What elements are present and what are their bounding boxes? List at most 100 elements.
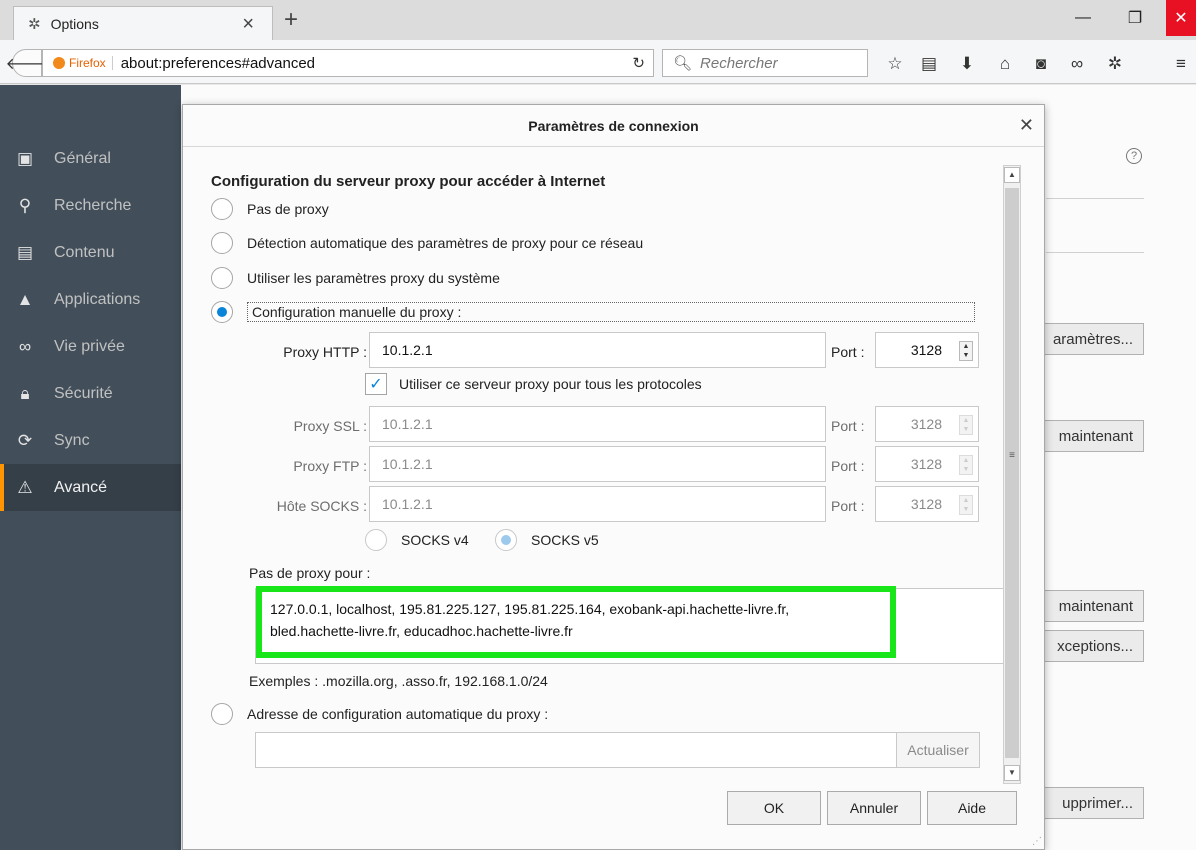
sidebar-item-security[interactable]: 🔒︎ Sécurité [0,370,181,417]
help-icon[interactable]: ? [1126,148,1142,164]
cancel-button[interactable]: Annuler [827,791,921,825]
socks-port-value[interactable]: 3128 [911,496,942,512]
scrollbar-thumb[interactable]: ≡ [1005,188,1019,758]
socks-host-input[interactable]: 10.1.2.1 [369,486,826,522]
back-button[interactable]: 🡐 [6,49,48,77]
restore-button[interactable]: ❐ [1112,0,1158,36]
firefox-icon [53,57,65,69]
share-proxy-checkbox[interactable]: ✓ [365,373,387,395]
radio-system-proxy[interactable]: Utiliser les paramètres proxy du système [211,267,500,289]
share-proxy-checkbox-row[interactable]: ✓ Utiliser ce serveur proxy pour tous le… [365,373,702,395]
radio-button[interactable] [495,529,517,551]
sidebar-item-advanced[interactable]: ⚠ Avancé [0,464,181,511]
connection-settings-button[interactable]: aramètres... [1036,323,1144,355]
home-icon[interactable]: ⌂ [994,54,1016,74]
minimize-button[interactable]: — [1060,0,1106,36]
sidebar-item-general[interactable]: ▣ Général [0,135,181,182]
port-spinner[interactable]: ▲ ▼ [959,455,973,475]
sidebar-item-label: Applications [54,290,141,308]
preferences-sidebar: ▣ Général ⚲ Recherche ▤ Contenu ▲ Applicatio… [0,85,181,850]
identity-label[interactable]: Firefox [69,56,113,70]
http-port-input[interactable]: 3128 ▲ ▼ [875,332,979,368]
radio-label: SOCKS v5 [531,532,599,548]
port-spinner[interactable]: ▲ ▼ [959,341,973,361]
tab-options[interactable]: ✲ Options × [13,6,273,40]
radio-auto-config-url[interactable]: Adresse de configuration automatique du … [211,703,548,725]
menu-icon[interactable]: ≡ [1170,54,1192,74]
bookmarks-list-icon[interactable]: ▤ [918,54,940,74]
http-proxy-host-input[interactable]: 10.1.2.1 [369,332,826,368]
download-icon[interactable]: ⬇ [956,54,978,74]
ssl-port-value[interactable]: 3128 [911,416,942,432]
grip-icon: ≡ [1009,450,1015,461]
tab-close-icon[interactable]: × [242,13,254,36]
dialog-scrollbar[interactable]: ▲ ≡ ▼ [1003,165,1021,784]
sidebar-item-label: Sync [54,431,90,449]
radio-socks-v5[interactable]: SOCKS v5 [495,529,599,551]
socks-host-label: Hôte SOCKS : [276,498,367,514]
radio-label: Utiliser les paramètres proxy du système [247,270,500,286]
share-proxy-label: Utiliser ce serveur proxy pour tous les … [399,376,702,392]
sidebar-item-sync[interactable]: ⟳ Sync [0,417,181,464]
general-icon: ▣ [16,148,34,168]
radio-button[interactable] [211,301,233,323]
no-proxy-for-highlight[interactable]: 127.0.0.1, localhost, 195.81.225.127, 19… [256,586,896,658]
radio-socks-v4[interactable]: SOCKS v4 [365,529,469,551]
tab-title: Options [50,15,99,32]
socks-port-label: Port : [831,498,865,514]
privacy-mask-icon: ∞ [18,336,32,356]
search-placeholder: Rechercher [700,54,778,72]
sidebar-item-applications[interactable]: ▲ Applications [0,276,181,323]
clear-offline-now-button[interactable]: maintenant [1036,590,1144,622]
dialog-titlebar: Paramètres de connexion ✕ [183,105,1044,147]
url-bar[interactable]: Firefox about:preferences#advanced ↻ [42,49,654,77]
radio-manual-proxy[interactable]: Configuration manuelle du proxy : [211,301,975,323]
private-mask-icon[interactable]: ∞ [1066,54,1088,74]
bookmark-star-icon[interactable]: ☆ [884,54,906,74]
close-window-button[interactable]: ✕ [1166,0,1196,36]
no-proxy-for-label: Pas de proxy pour : [249,565,371,581]
port-spinner[interactable]: ▲ ▼ [959,415,973,435]
reload-icon[interactable]: ↻ [632,54,645,72]
scroll-down-icon[interactable]: ▼ [1004,765,1020,781]
resize-grip-icon[interactable]: ⋰ [1032,836,1042,847]
http-port-value[interactable]: 3128 [911,342,942,358]
clear-now-button[interactable]: maintenant [1036,420,1144,452]
http-port-label: Port : [831,344,865,360]
ok-button[interactable]: OK [727,791,821,825]
applications-icon: ▲ [16,289,34,309]
search-icon: ⚲ [18,195,32,215]
tab-strip: ✲ Options × + — ❐ ✕ [0,0,1196,40]
socks-port-input[interactable]: 3128 ▲ ▼ [875,486,979,522]
radio-no-proxy[interactable]: Pas de proxy [211,198,329,220]
radio-button[interactable] [211,198,233,220]
url-text[interactable]: about:preferences#advanced [121,55,315,72]
radio-button[interactable] [365,529,387,551]
radio-button[interactable] [211,703,233,725]
scroll-up-icon[interactable]: ▲ [1004,167,1020,183]
radio-button[interactable] [211,232,233,254]
ssl-port-label: Port : [831,418,865,434]
search-input[interactable]: 🔍︎ Rechercher [662,49,868,77]
sidebar-item-privacy[interactable]: ∞ Vie privée [0,323,181,370]
ssl-proxy-host-input[interactable]: 10.1.2.1 [369,406,826,442]
ssl-port-input[interactable]: 3128 ▲ ▼ [875,406,979,442]
help-button[interactable]: Aide [927,791,1017,825]
extension-gear-icon[interactable]: ✲ [1104,54,1126,74]
port-spinner[interactable]: ▲ ▼ [959,495,973,515]
new-tab-button[interactable]: + [284,6,298,34]
ftp-proxy-host-input[interactable]: 10.1.2.1 [369,446,826,482]
ftp-port-value[interactable]: 3128 [911,456,942,472]
refresh-button[interactable]: Actualiser [896,732,980,768]
pocket-icon[interactable]: ◙ [1030,54,1052,74]
sidebar-item-label: Recherche [54,196,132,214]
sidebar-item-search[interactable]: ⚲ Recherche [0,182,181,229]
dialog-close-icon[interactable]: ✕ [1019,115,1034,136]
ftp-port-input[interactable]: 3128 ▲ ▼ [875,446,979,482]
radio-button[interactable] [211,267,233,289]
auto-config-url-input[interactable] [255,732,979,768]
exceptions-button[interactable]: xceptions... [1036,630,1144,662]
radio-auto-detect[interactable]: Détection automatique des paramètres de … [211,232,643,254]
remove-button[interactable]: upprimer... [1036,787,1144,819]
sidebar-item-content[interactable]: ▤ Contenu [0,229,181,276]
